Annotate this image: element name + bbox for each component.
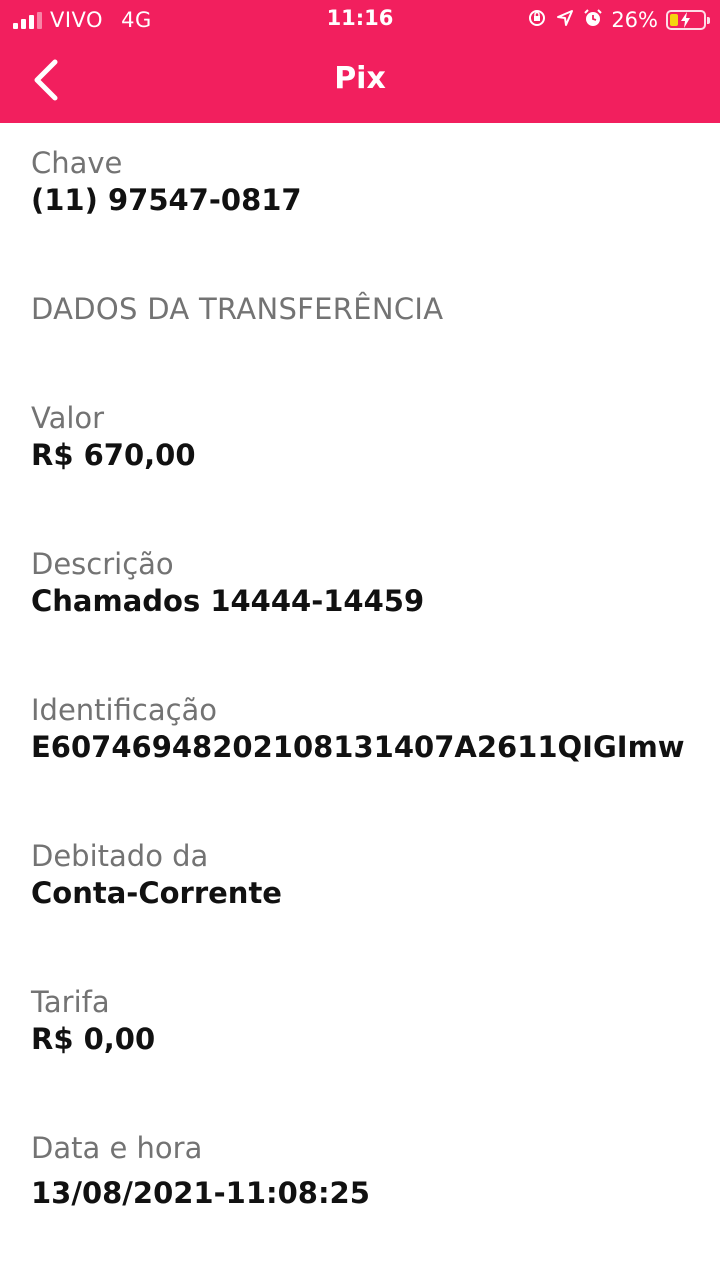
chave-label: Chave bbox=[31, 146, 123, 180]
debitado-label: Debitado da bbox=[31, 839, 209, 873]
nav-bar: Pix bbox=[0, 40, 720, 123]
chave-value: (11) 97547-0817 bbox=[31, 183, 302, 217]
screen-rotation-lock-icon bbox=[527, 8, 547, 33]
data-hora-label: Data e hora bbox=[31, 1131, 203, 1165]
location-arrow-icon bbox=[555, 8, 575, 33]
descricao-label: Descrição bbox=[31, 547, 174, 581]
battery-percent: 26% bbox=[611, 8, 658, 32]
battery-charging-icon bbox=[666, 10, 710, 30]
descricao-value: Chamados 14444-14459 bbox=[31, 584, 425, 618]
tarifa-value: R$ 0,00 bbox=[31, 1022, 156, 1056]
page-title: Pix bbox=[334, 61, 386, 96]
identificacao-value: E60746948202108131407A2611QIGImw bbox=[31, 730, 685, 764]
data-hora-value: 13/08/2021-11:08:25 bbox=[31, 1176, 370, 1210]
app-header: VIVO 4G 11:16 26% Pix bbox=[0, 0, 720, 123]
valor-label: Valor bbox=[31, 401, 105, 435]
status-bar: VIVO 4G 11:16 26% bbox=[0, 0, 720, 40]
section-title: DADOS DA TRANSFERÊNCIA bbox=[31, 292, 444, 326]
tarifa-label: Tarifa bbox=[31, 985, 110, 1019]
valor-value: R$ 670,00 bbox=[31, 438, 196, 472]
alarm-icon bbox=[583, 8, 603, 33]
debitado-value: Conta-Corrente bbox=[31, 876, 282, 910]
identificacao-label: Identificação bbox=[31, 693, 218, 727]
